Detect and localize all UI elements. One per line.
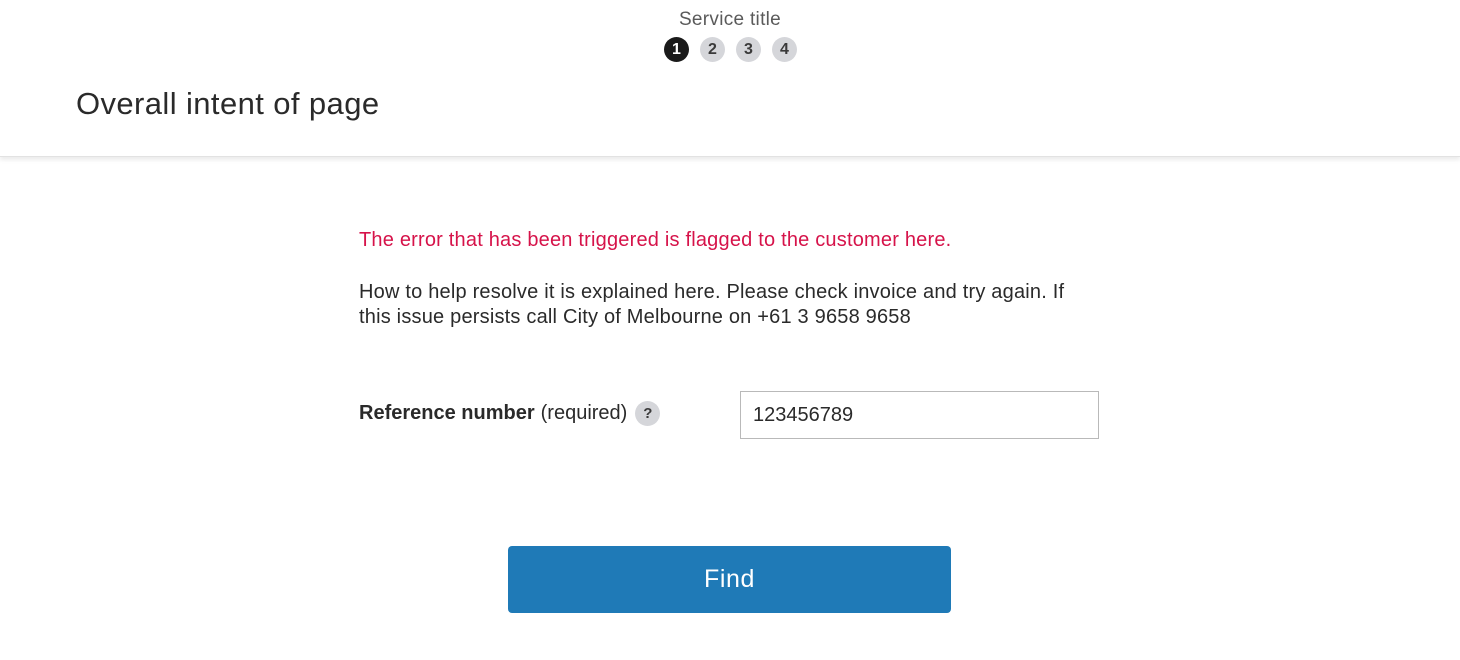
page-header: Service title 1 2 3 4 Overall intent of … (0, 0, 1460, 157)
help-message: How to help resolve it is explained here… (359, 281, 1065, 328)
step-indicator: 1 2 3 4 (664, 37, 797, 62)
field-label-text: Reference number (359, 402, 535, 424)
step-2-indicator: 2 (700, 37, 725, 62)
required-indicator: (required) (540, 402, 628, 424)
error-message: The error that has been triggered is fla… (359, 229, 952, 251)
page-title: Overall intent of page (76, 86, 380, 121)
step-4-indicator: 4 (772, 37, 797, 62)
find-button[interactable]: Find (508, 546, 951, 613)
help-question-icon[interactable]: ? (635, 401, 661, 426)
reference-number-label: Reference number (required) ? (359, 401, 661, 426)
step-3-indicator: 3 (736, 37, 761, 62)
service-title: Service title (678, 9, 782, 30)
reference-number-input[interactable] (740, 391, 1099, 439)
step-1-indicator: 1 (664, 37, 689, 62)
